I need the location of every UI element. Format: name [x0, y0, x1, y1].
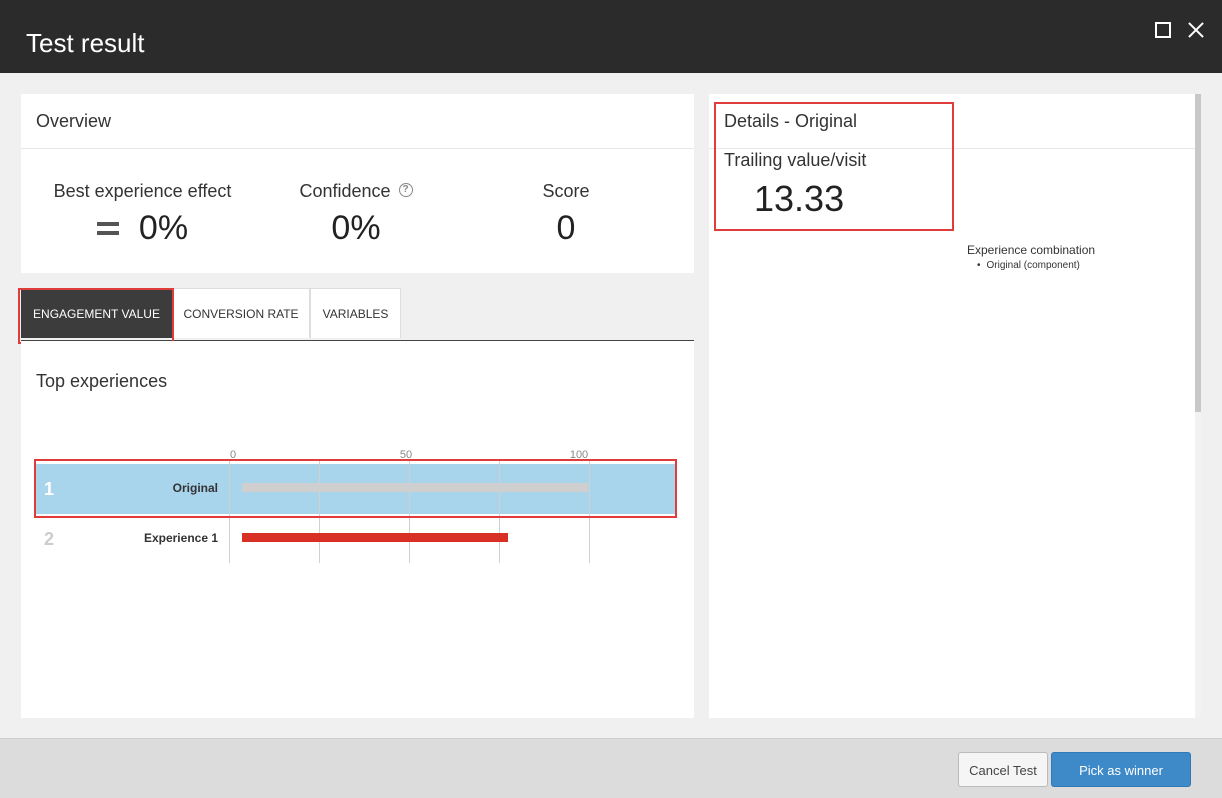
experience-bar-chart: 1 Original 2 Experience 1 0 50 100: [21, 341, 694, 718]
scrollbar-thumb[interactable]: [1195, 94, 1201, 412]
combination-list: Original (component): [977, 260, 1080, 271]
trailing-value-label: Trailing value/visit: [724, 150, 867, 170]
tab-bar: ENGAGEMENT VALUE CONVERSION RATE VARIABL…: [21, 288, 694, 342]
tab-conversion-rate[interactable]: CONVERSION RATE: [172, 288, 310, 338]
top-experiences-panel: Top experiences 1 Original 2 Experience …: [21, 341, 694, 718]
rank-2: 2: [44, 529, 55, 549]
grid-line: [229, 461, 230, 563]
score-value: 0: [556, 209, 576, 247]
grid-line: [319, 461, 320, 563]
row-label-original: Original: [172, 481, 218, 495]
help-icon[interactable]: ?: [398, 183, 413, 198]
best-effect-metric: Best experience effect 0%: [49, 180, 236, 248]
tab-variables[interactable]: VARIABLES: [310, 288, 401, 338]
close-icon[interactable]: [1184, 18, 1208, 42]
rank-1: 1: [44, 479, 55, 499]
confidence-metric: Confidence? 0%: [276, 180, 436, 248]
combination-item: Original (component): [977, 260, 1080, 271]
trailing-value: 13.33: [754, 178, 845, 219]
maximize-icon[interactable]: [1150, 18, 1174, 42]
confidence-value: 0%: [331, 209, 381, 247]
row-label-experience-1: Experience 1: [143, 531, 218, 545]
confidence-label: Confidence: [299, 181, 391, 201]
overview-panel: Overview Best experience effect 0% Confi…: [21, 94, 694, 273]
score-metric: Score 0: [526, 180, 606, 248]
title-bar: Test result: [0, 0, 1222, 73]
details-panel: Details - Original Trailing value/visit …: [709, 94, 1201, 718]
details-scrollbar[interactable]: [1195, 94, 1201, 718]
bar-experience-1: [242, 533, 509, 542]
combination-title: Experience combination: [967, 243, 1096, 257]
tick-label-0: 0: [229, 449, 237, 461]
best-effect-label: Best experience effect: [53, 181, 232, 201]
grid-line: [589, 461, 590, 563]
score-label: Score: [542, 181, 590, 201]
bar-original: [242, 483, 588, 492]
best-effect-value: 0%: [138, 209, 189, 247]
grid-line: [409, 461, 410, 563]
overview-heading: Overview: [21, 94, 694, 149]
tab-engagement-value[interactable]: ENGAGEMENT VALUE: [21, 288, 172, 338]
details-heading: Details - Original: [709, 94, 1201, 149]
tick-label-100: 100: [569, 449, 589, 461]
grid-line: [499, 461, 500, 563]
cancel-test-button[interactable]: Cancel Test: [958, 752, 1048, 787]
footer-bar: Cancel Test Pick as winner: [0, 738, 1222, 798]
equals-icon: [96, 221, 119, 235]
window-title: Test result: [26, 28, 145, 58]
pick-as-winner-button[interactable]: Pick as winner: [1051, 752, 1191, 787]
tick-label-50: 50: [399, 449, 413, 461]
